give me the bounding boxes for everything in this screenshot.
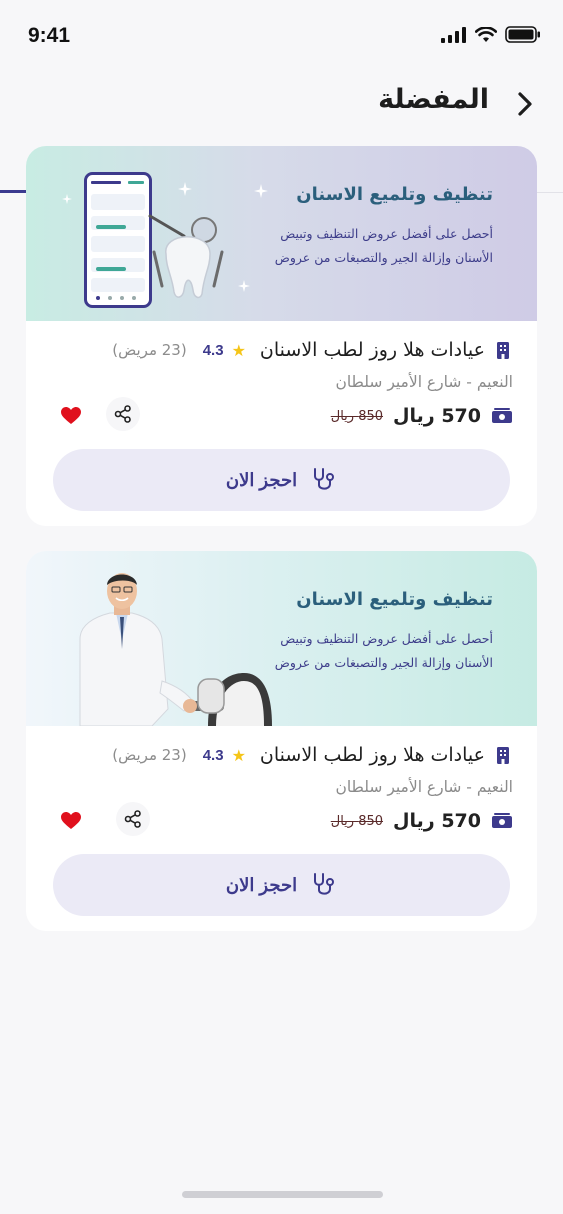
book-now-label: احجز الان: [225, 874, 298, 895]
doctor-image: [79, 573, 272, 726]
offer-banner-text: أحصل على أفضل عروض التنظيف وتبيض الأسنان…: [274, 226, 493, 265]
rating-value: 4.3: [202, 746, 224, 764]
price-row: 570 ريال 850 ريال: [331, 810, 513, 832]
clinic-name: عيادات هلا روز لطب الاسنان: [259, 744, 485, 766]
heart-icon: [61, 407, 81, 424]
phone-mockup-icon: [84, 172, 152, 308]
chevron-right-icon: [518, 92, 532, 116]
offer-banner-title: تنظيف وتلميع الاسنان: [296, 589, 493, 610]
money-icon: [492, 408, 512, 423]
price-row: 570 ريال 850 ريال: [331, 405, 513, 427]
cellular-signal-icon: [441, 26, 466, 43]
book-now-button[interactable]: احجز الان: [53, 449, 510, 511]
back-button[interactable]: [509, 86, 541, 122]
offer-details: عيادات هلا روز لطب الاسنان ★ 4.3 (23 مري…: [26, 321, 537, 526]
share-button[interactable]: [106, 397, 140, 431]
offer-card[interactable]: تنظيف وتلميع الاسنان أحصل على أفضل عروض …: [26, 146, 537, 526]
home-indicator: [182, 1191, 383, 1198]
offer-card[interactable]: تنظيف وتلميع الاسنان أحصل على أفضل عروض …: [26, 551, 537, 931]
wifi-icon: [475, 26, 497, 42]
offer-banner-text: أحصل على أفضل عروض التنظيف وتبيض الأسنان…: [274, 631, 493, 670]
header: المفضلة: [0, 80, 563, 128]
reviews-count: (23 مريض): [112, 341, 187, 359]
clinic-address: النعيم - شارع الأمير سلطان: [335, 373, 513, 391]
building-icon: [497, 747, 509, 764]
stethoscope-icon: [314, 873, 335, 895]
original-price: 850 ريال: [330, 408, 384, 424]
offer-price: 570 ريال: [393, 405, 481, 427]
clinic-name: عيادات هلا روز لطب الاسنان: [259, 339, 485, 361]
original-price: 850 ريال: [330, 813, 384, 829]
share-button[interactable]: [116, 802, 150, 836]
status-bar: 9:41: [0, 0, 563, 72]
stethoscope-icon: [314, 468, 335, 490]
rating-value: 4.3: [202, 341, 224, 359]
tooth-icon: [148, 214, 224, 299]
clinic-address: النعيم - شارع الأمير سلطان: [335, 778, 513, 796]
favorites-screen: 9:41 المفضلة تنظيف وتلميع الاسنان أحصل ع…: [0, 0, 563, 1214]
book-now-button[interactable]: احجز الان: [53, 854, 510, 916]
tab-divider: [537, 192, 563, 193]
offer-banner: تنظيف وتلميع الاسنان أحصل على أفضل عروض …: [26, 551, 537, 726]
offer-details: عيادات هلا روز لطب الاسنان ★ 4.3 (23 مري…: [26, 726, 537, 931]
sparkle-icon: [178, 182, 192, 196]
sparkle-icon: [254, 184, 268, 198]
page-title: المفضلة: [378, 84, 489, 115]
sparkle-icon: [62, 194, 72, 204]
money-icon: [492, 813, 512, 828]
offer-price: 570 ريال: [393, 810, 481, 832]
favorite-button[interactable]: [56, 806, 86, 836]
battery-icon: [505, 26, 540, 43]
clinic-row: عيادات هلا روز لطب الاسنان ★ 4.3 (23 مري…: [112, 339, 513, 361]
sparkle-icon: [238, 280, 250, 292]
heart-icon: [61, 812, 81, 829]
share-icon: [114, 405, 131, 423]
clinic-row: عيادات هلا روز لطب الاسنان ★ 4.3 (23 مري…: [112, 744, 513, 766]
status-icons: [441, 26, 541, 43]
star-icon: ★: [231, 745, 246, 765]
status-time: 9:41: [28, 24, 71, 47]
offer-banner-title: تنظيف وتلميع الاسنان: [296, 184, 493, 205]
building-icon: [497, 342, 509, 359]
share-icon: [124, 810, 141, 828]
favorite-button[interactable]: [56, 401, 86, 431]
reviews-count: (23 مريض): [112, 746, 187, 764]
book-now-label: احجز الان: [225, 469, 298, 490]
star-icon: ★: [231, 340, 246, 360]
offer-banner: تنظيف وتلميع الاسنان أحصل على أفضل عروض …: [26, 146, 537, 321]
